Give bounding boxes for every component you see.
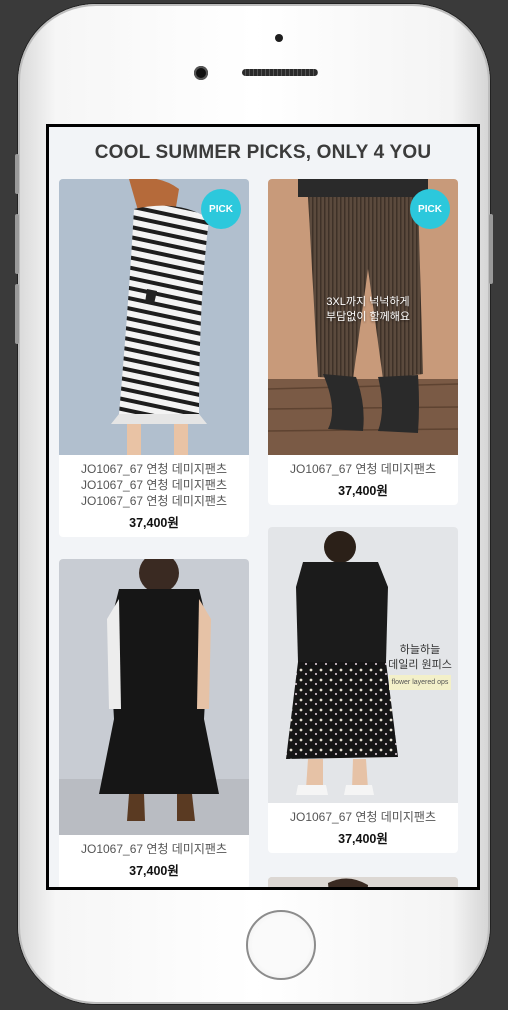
product-name: JO1067_67 연청 데미지팬츠 (268, 455, 458, 477)
mute-switch (15, 154, 19, 194)
product-card[interactable]: PICK JO1067_67 연청 데미지팬츠 JO1067_67 연청 데미지… (59, 179, 249, 537)
overlay-line: 데일리 원피스 (388, 659, 452, 671)
product-card[interactable]: PICK 3XL까지 넉넉하게 부담없이 함께해요 JO1067_67 연청 데… (268, 179, 458, 505)
overlay-line: 부담없이 함께해요 (325, 311, 410, 323)
product-card[interactable]: 하늘하늘 데일리 원피스 flower layered ops JO1067_6… (268, 527, 458, 853)
product-image-black-dress[interactable] (59, 559, 249, 835)
product-name-line: JO1067_67 연청 데미지팬츠 (290, 462, 436, 476)
product-name-line: JO1067_67 연청 데미지팬츠 (81, 478, 227, 492)
pick-badge: PICK (410, 189, 450, 229)
black-dress-photo (59, 559, 249, 835)
image-overlay-text: 3XL까지 넉넉하게 부담없이 함께해요 (298, 295, 438, 325)
overlay-tag: flower layered ops (388, 675, 452, 690)
product-name: JO1067_67 연청 데미지팬츠 JO1067_67 연청 데미지팬츠 JO… (59, 455, 249, 509)
product-card[interactable]: JO1067_67 연청 데미지팬츠 37,400원 (59, 559, 249, 887)
product-price: 37,400원 (338, 484, 388, 498)
partial-product-photo (268, 877, 458, 887)
volume-up-button (15, 214, 19, 274)
image-overlay-text: 하늘하늘 데일리 원피스 flower layered ops (380, 643, 458, 690)
app-view: COOL SUMMER PICKS, ONLY 4 YOU PICK JO106… (49, 127, 477, 887)
front-camera (194, 66, 208, 80)
product-price: 37,400원 (338, 832, 388, 846)
product-image-corduroy-pants[interactable]: PICK 3XL까지 넉넉하게 부담없이 함께해요 (268, 179, 458, 455)
product-price: 37,400원 (129, 516, 179, 530)
volume-down-button (15, 284, 19, 344)
product-name-line: JO1067_67 연청 데미지팬츠 (81, 494, 227, 508)
product-image-striped-dress[interactable]: PICK (59, 179, 249, 455)
product-name: JO1067_67 연청 데미지팬츠 (268, 803, 458, 825)
product-card-partial[interactable] (268, 877, 458, 887)
power-button (489, 214, 493, 284)
pick-badge: PICK (201, 189, 241, 229)
product-price: 37,400원 (129, 864, 179, 878)
home-button[interactable] (246, 910, 316, 980)
product-name-line: JO1067_67 연청 데미지팬츠 (290, 810, 436, 824)
overlay-line: 3XL까지 넉넉하게 (326, 296, 410, 308)
earpiece-speaker (242, 69, 318, 76)
overlay-line: 하늘하늘 (399, 644, 441, 656)
product-name: JO1067_67 연청 데미지팬츠 (59, 835, 249, 857)
product-image-hoodie-floral[interactable]: 하늘하늘 데일리 원피스 flower layered ops (268, 527, 458, 803)
sensor-dot (275, 34, 283, 42)
product-name-line: JO1067_67 연청 데미지팬츠 (81, 842, 227, 856)
page-title: COOL SUMMER PICKS, ONLY 4 YOU (94, 142, 432, 163)
product-name-line: JO1067_67 연청 데미지팬츠 (81, 462, 227, 476)
phone-screen: COOL SUMMER PICKS, ONLY 4 YOU PICK JO106… (46, 124, 480, 890)
